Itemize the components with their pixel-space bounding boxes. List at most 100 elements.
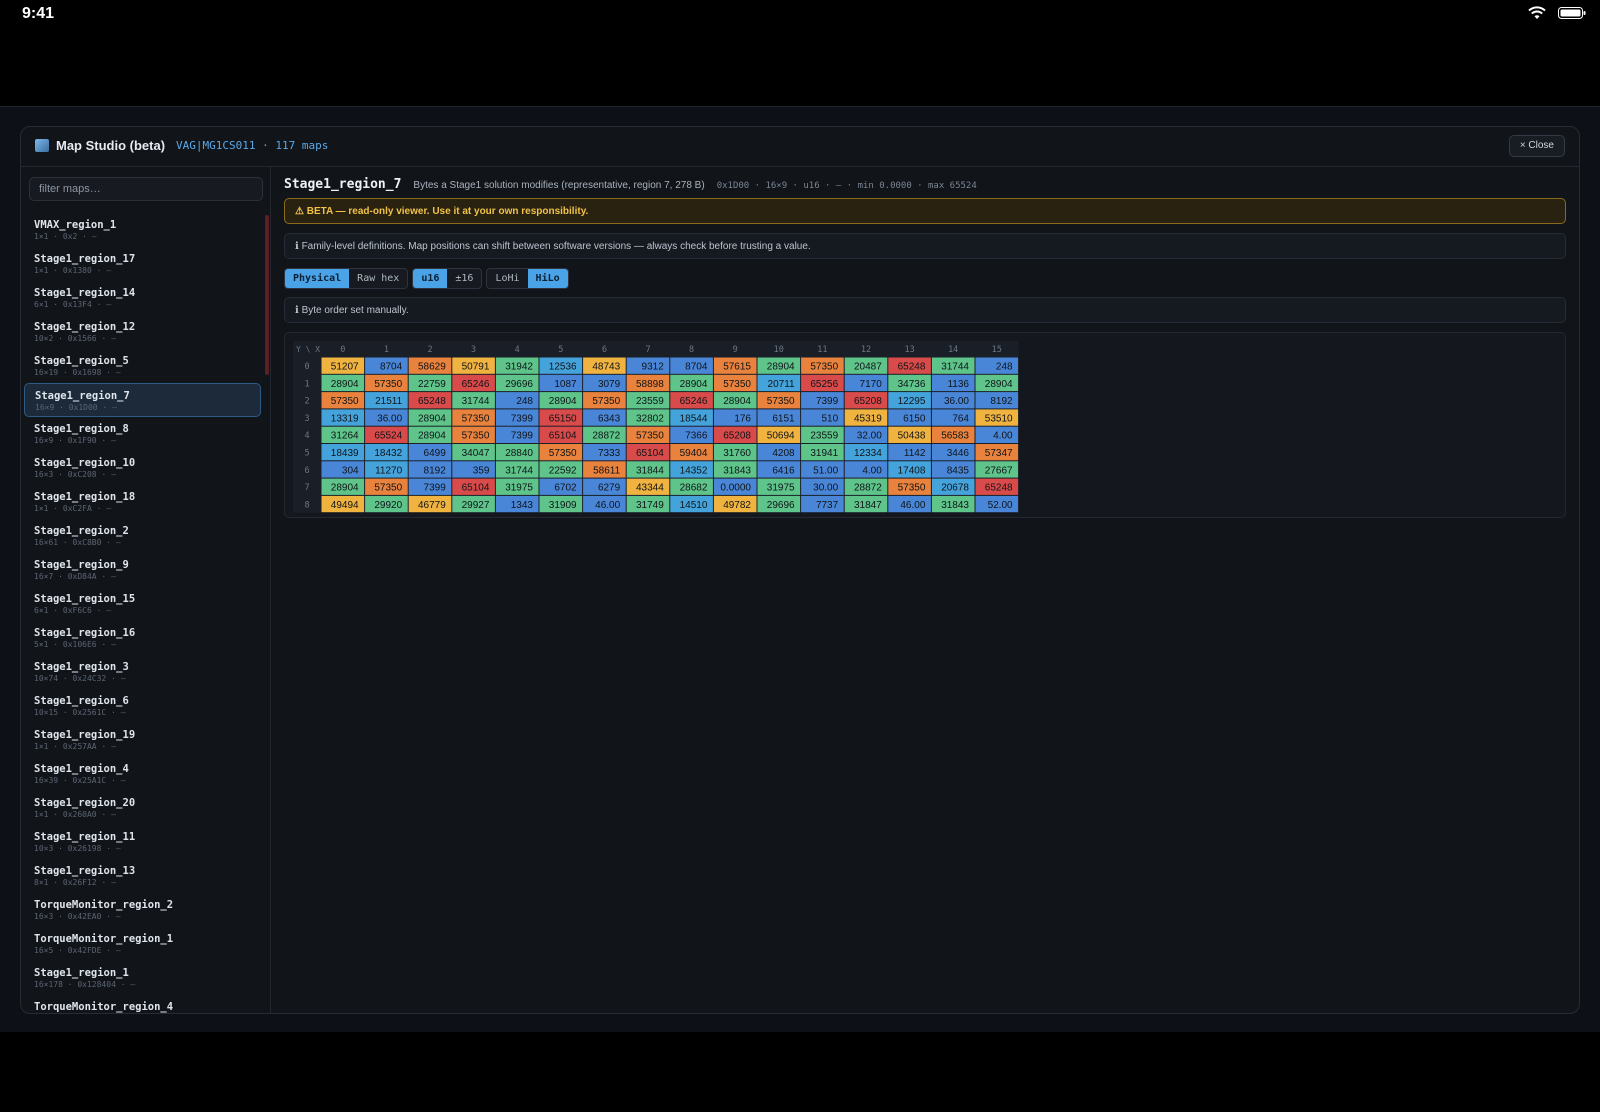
toggle-s16[interactable]: ±16 (447, 269, 482, 288)
map-list-item[interactable]: Stage1_region_7 16×9 · 0x1D00 · — (24, 383, 261, 417)
map-list-item[interactable]: Stage1_region_9 16×7 · 0xD84A · — (24, 553, 261, 587)
grid-cell-value: 6151 (772, 413, 795, 424)
grid-cell-value: 45319 (854, 413, 882, 424)
map-list-item-name: Stage1_region_15 (34, 593, 136, 605)
toggle-raw-hex[interactable]: Raw hex (349, 269, 408, 288)
filter-maps-input[interactable] (29, 177, 263, 201)
map-list-item[interactable]: Stage1_region_6 10×15 · 0x2561C · — (24, 689, 261, 723)
grid-cell-value: 29927 (462, 500, 490, 511)
map-list-item-meta: 1×1 · 0x2 · — (34, 232, 97, 241)
grid-cell-value: 1343 (511, 500, 534, 511)
grid-cell-value: 7399 (511, 413, 534, 424)
grid-cell-value: 7399 (511, 431, 534, 442)
grid-cell-value: 28904 (331, 379, 359, 390)
grid-cell-value: 28904 (767, 362, 795, 373)
grid-cell-value: 0.0000 (720, 483, 751, 494)
grid-y-label: 2 (304, 397, 309, 407)
grid-cell-value: 65256 (810, 379, 838, 390)
toggle-u16[interactable]: u16 (413, 269, 448, 288)
grid-cell-value: 764 (952, 413, 969, 424)
map-list-item-meta: 16×5 · 0x42FDE · — (34, 946, 121, 955)
grid-cell-value: 58611 (593, 465, 621, 476)
map-list-item-name: Stage1_region_1 (34, 967, 129, 979)
map-list-item-name: Stage1_region_6 (34, 695, 129, 707)
map-list-item[interactable]: VMAX_region_1 1×1 · 0x2 · — (24, 213, 261, 247)
grid-cell-value: 7737 (816, 500, 839, 511)
map-list-item[interactable]: TorqueMonitor_region_4 (24, 995, 261, 1013)
grid-cell-value: 50438 (898, 431, 926, 442)
modal-header: Map Studio (beta) VAG|MG1CS011 · 117 map… (21, 127, 1579, 167)
grid-cell-value: 6279 (598, 483, 621, 494)
grid-cell-value: 7366 (685, 431, 708, 442)
toggle-physical[interactable]: Physical (285, 269, 350, 288)
map-list-item-name: TorqueMonitor_region_1 (34, 933, 174, 945)
grid-cell-value: 28872 (854, 483, 882, 494)
grid-cell-value: 32.00 (857, 431, 882, 442)
toggle-lohi[interactable]: LoHi (487, 269, 528, 288)
map-list-item[interactable]: Stage1_region_13 8×1 · 0x26F12 · — (24, 859, 261, 893)
map-list-item[interactable]: Stage1_region_11 10×3 · 0x26198 · — (24, 825, 261, 859)
grid-y-label: 7 (304, 483, 309, 493)
grid-cell-value: 8704 (685, 362, 708, 373)
grid-cell-value: 11270 (375, 465, 403, 476)
map-list-item[interactable]: Stage1_region_17 1×1 · 0x1380 · — (24, 247, 261, 281)
grid-cell-value: 34047 (462, 448, 490, 459)
grid-cell-value: 57350 (549, 448, 577, 459)
grid-cell-value: 51207 (331, 362, 359, 373)
map-list-item[interactable]: Stage1_region_16 5×1 · 0x106E6 · — (24, 621, 261, 655)
grid-cell-value: 3446 (947, 448, 970, 459)
grid-cell-value: 57350 (898, 483, 926, 494)
map-list-item[interactable]: TorqueMonitor_region_2 16×3 · 0x42EA0 · — (24, 893, 261, 927)
grid-cell-value: 30.00 (813, 483, 838, 494)
map-list-item-name: Stage1_region_12 (34, 321, 136, 333)
grid-cell-value: 8192 (424, 465, 447, 476)
map-list-item[interactable]: Stage1_region_5 16×19 · 0x1698 · — (24, 349, 261, 383)
grid-x-label: 3 (471, 345, 476, 355)
toggle-hilo[interactable]: HiLo (527, 269, 568, 288)
grid-cell-value: 28904 (985, 379, 1013, 390)
grid-cell-value: 31975 (767, 483, 795, 494)
map-list-item[interactable]: TorqueMonitor_region_1 16×5 · 0x42FDE · — (24, 927, 261, 961)
map-list-item[interactable]: Stage1_region_1 16×178 · 0x128404 · — (24, 961, 261, 995)
grid-cell-value: 56583 (941, 431, 969, 442)
map-list-item[interactable]: Stage1_region_19 1×1 · 0x257AA · — (24, 723, 261, 757)
grid-x-label: 8 (689, 345, 694, 355)
byte-order-toggle: LoHi HiLo (486, 268, 569, 289)
map-list-item[interactable]: Stage1_region_8 16×9 · 0x1F90 · — (24, 417, 261, 451)
grid-y-label: 8 (304, 500, 309, 510)
map-list-item[interactable]: Stage1_region_10 16×3 · 0xC208 · — (24, 451, 261, 485)
grid-cell-value: 31749 (636, 500, 664, 511)
map-list-item[interactable]: Stage1_region_3 10×74 · 0x24C32 · — (24, 655, 261, 689)
map-list-item[interactable]: Stage1_region_14 6×1 · 0x13F4 · — (24, 281, 261, 315)
grid-y-label: 4 (304, 431, 309, 441)
map-list-item[interactable]: Stage1_region_15 6×1 · 0xF6C6 · — (24, 587, 261, 621)
map-grid-panel: Y \ X 0 1 2 3 4 5 6 7 8 9 10 11 12 13 14 15 0 1 2 3 4 5 6 7 8 5120… (284, 332, 1566, 518)
grid-cell-value: 31941 (810, 448, 838, 459)
map-list-item[interactable]: Stage1_region_20 1×1 · 0x260A0 · — (24, 791, 261, 825)
grid-cell-value: 59404 (680, 448, 708, 459)
map-list-item-name: Stage1_region_3 (34, 661, 129, 673)
map-list-item[interactable]: Stage1_region_2 16×61 · 0xC8B0 · — (24, 519, 261, 553)
grid-cell-value: 58898 (636, 379, 664, 390)
grid-cell-value: 176 (734, 413, 751, 424)
grid-cell-value: 34736 (898, 379, 926, 390)
grid-cell-value: 28904 (418, 431, 446, 442)
family-note-banner: ℹ Family-level definitions. Map position… (284, 233, 1566, 259)
map-list-item-meta: 10×74 · 0x24C32 · — (34, 674, 126, 683)
grid-x-label: 13 (904, 345, 914, 355)
grid-cell-value: 6702 (554, 483, 577, 494)
close-button[interactable]: × Close (1508, 135, 1565, 157)
grid-cell-value: 31264 (331, 431, 359, 442)
sidebar-scrollbar[interactable] (265, 215, 269, 375)
grid-cell-value: 46.00 (900, 500, 925, 511)
grid-cell-value: 304 (342, 465, 359, 476)
map-list-item[interactable]: Stage1_region_18 1×1 · 0xC2FA · — (24, 485, 261, 519)
map-list-item[interactable]: Stage1_region_4 16×39 · 0x25A1C · — (24, 757, 261, 791)
grid-cell-value: 1087 (554, 379, 577, 390)
grid-cell-value: 65248 (985, 483, 1013, 494)
map-meta: 0x1D00 · 16×9 · u16 · — · min 0.0000 · m… (716, 181, 977, 191)
grid-cell-value: 248 (996, 362, 1013, 373)
map-name: Stage1_region_7 (284, 177, 402, 192)
map-list-item[interactable]: Stage1_region_12 10×2 · 0x1566 · — (24, 315, 261, 349)
map-header: Stage1_region_7 Bytes a Stage1 solution … (284, 177, 977, 192)
